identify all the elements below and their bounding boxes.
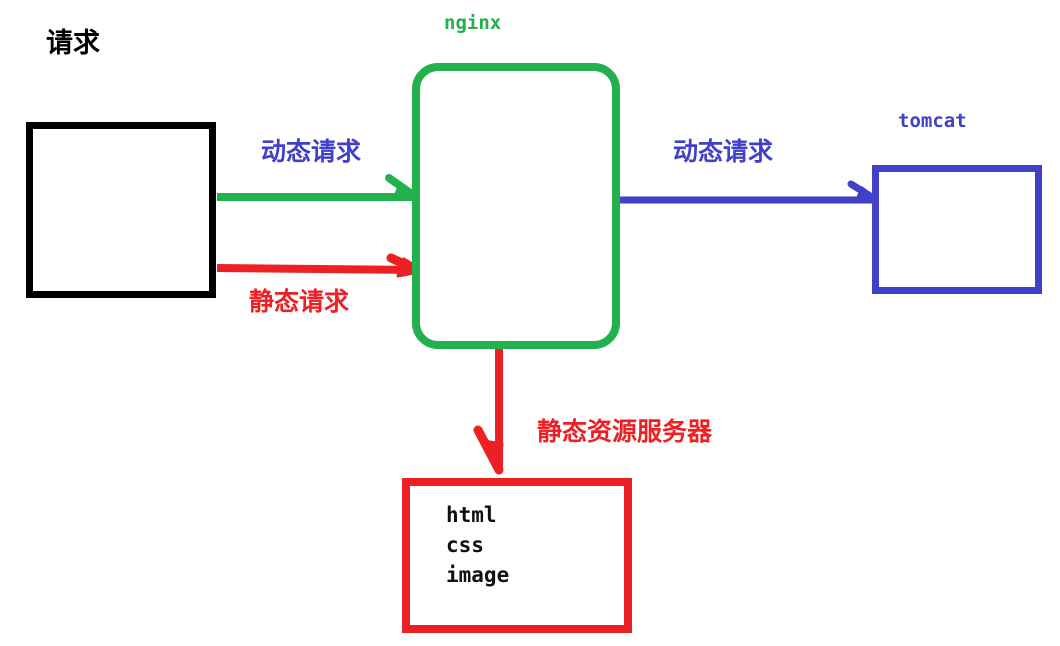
edge-nginx-tomcat-dynamic [618,180,882,205]
static-resource-server-box[interactable]: html css image [402,478,632,633]
edge-label-client-nginx-dynamic: 动态请求 [261,137,362,166]
edge-label-nginx-tomcat-dynamic: 动态请求 [673,137,774,166]
static-resource-item-css: css [446,533,484,557]
tomcat-box[interactable] [872,165,1042,294]
static-resource-item-image: image [446,563,510,587]
edge-client-nginx-static [216,253,427,278]
edge-client-nginx-dynamic [217,174,420,201]
edge-label-nginx-static-server: 静态资源服务器 [537,417,713,446]
tomcat-label: tomcat [898,110,967,132]
nginx-box[interactable] [412,63,620,349]
client-request-label: 请求 [46,28,100,59]
client-request-box[interactable] [26,122,216,298]
edge-label-client-nginx-static: 静态请求 [249,287,350,316]
edge-line-static-in [216,264,423,274]
static-resource-list: html css image [446,500,509,590]
static-resource-item-html: html [446,503,497,527]
nginx-label: nginx [444,12,502,34]
